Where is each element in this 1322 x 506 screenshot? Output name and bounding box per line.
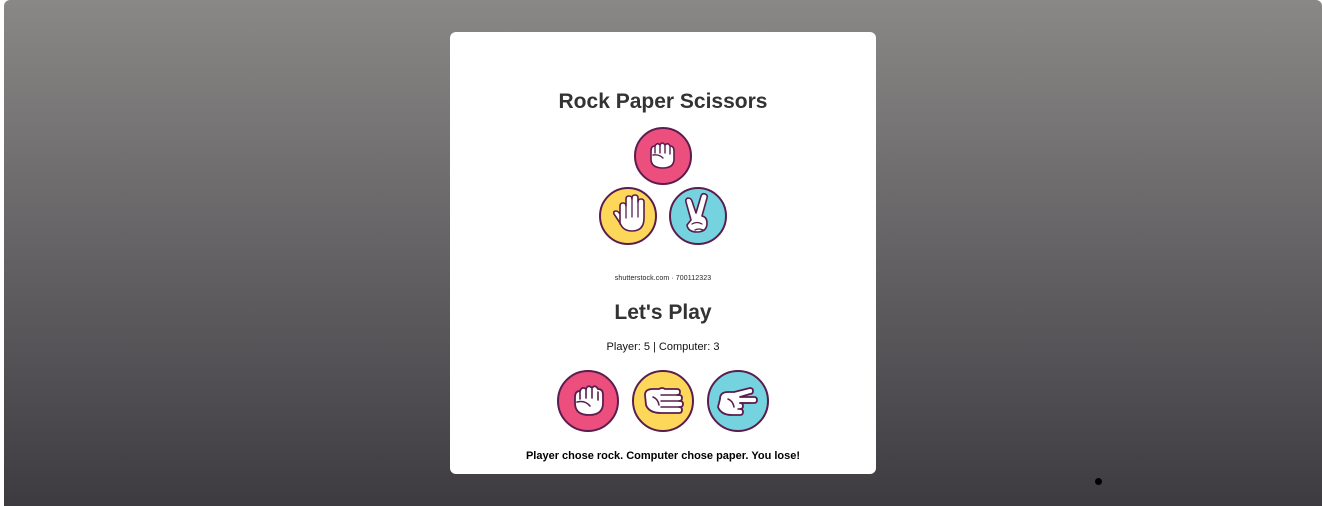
hero-rock-icon [634,127,692,185]
lets-play-heading: Let's Play [614,301,712,324]
paper-button[interactable] [631,369,695,433]
choice-buttons [556,369,770,433]
rock-button[interactable] [556,369,620,433]
score-display: Player: 5 | Computer: 3 [606,341,720,353]
page-background: Rock Paper Scissors shutterstock.com · 7… [4,0,1322,506]
hero-scissors-icon [669,187,727,245]
paper-icon [632,370,694,432]
game-card: Rock Paper Scissors shutterstock.com · 7… [450,32,876,474]
result-message: Player chose rock. Computer chose paper.… [525,450,801,462]
scissors-button[interactable] [706,369,770,433]
hero-illustration [599,127,727,245]
rock-icon [557,370,619,432]
scissors-icon [707,370,769,432]
hero-paper-icon [599,187,657,245]
game-title: Rock Paper Scissors [558,90,768,113]
cursor-dot [1095,478,1102,485]
hero-caption: shutterstock.com · 700112323 [614,275,712,282]
